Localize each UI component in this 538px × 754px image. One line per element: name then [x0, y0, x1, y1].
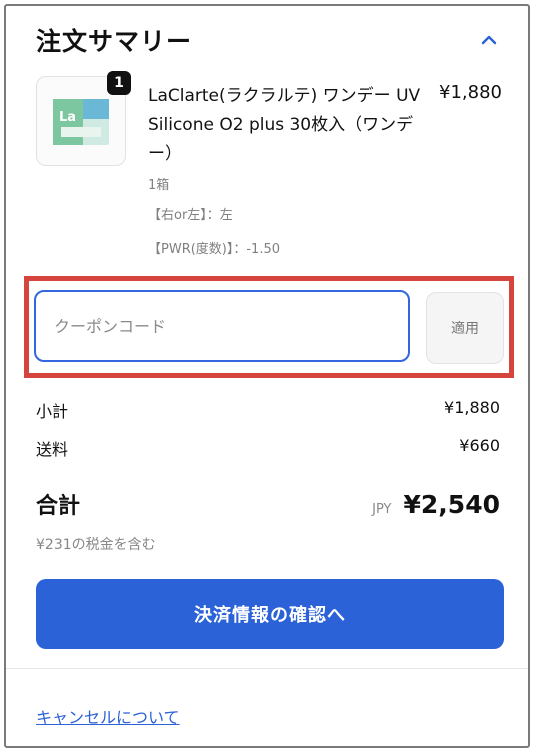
divider [6, 668, 528, 669]
total-amount-group: JPY ¥2,540 [372, 490, 500, 519]
summary-header[interactable]: 注文サマリー [36, 20, 504, 60]
product-unit: 1箱 [148, 178, 170, 193]
currency-code: JPY [372, 502, 392, 517]
subtotal-value: ¥1,880 [444, 398, 500, 417]
total-row: 合計 JPY ¥2,540 [36, 488, 500, 520]
total-label: 合計 [36, 494, 81, 519]
product-price: ¥1,880 [439, 82, 502, 103]
total-value: ¥2,540 [403, 490, 500, 519]
coupon-code-input[interactable] [34, 290, 410, 362]
cancel-policy-link[interactable]: キャンセルについて [36, 704, 180, 728]
subtotal-row: 小計 ¥1,880 [36, 398, 500, 422]
tax-note: ¥231の税金を含む [36, 537, 156, 553]
shipping-label: 送料 [36, 440, 69, 459]
subtotal-label: 小計 [36, 402, 69, 421]
product-option-side: 【右or左】：左 [148, 208, 233, 223]
confirm-payment-button[interactable]: 決済情報の確認へ [36, 579, 504, 649]
shipping-value: ¥660 [459, 436, 500, 455]
product-option-power: 【PWR(度数)】：-1.50 [148, 242, 281, 257]
quantity-badge: 1 [107, 71, 131, 95]
chevron-up-icon[interactable] [474, 25, 504, 55]
contact-lens-box-icon: La [53, 99, 109, 145]
summary-title: 注文サマリー [36, 27, 193, 56]
cart-line-item: La 1 LaClarte(ラクラルテ) ワンデー UV Silicone O2… [36, 71, 502, 266]
order-summary-panel: 注文サマリー La 1 LaClarte(ラクラルテ) ワンデー UV Sili… [4, 4, 530, 748]
product-name: LaClarte(ラクラルテ) ワンデー UV Silicone O2 plus… [148, 86, 421, 164]
apply-coupon-button[interactable]: 適用 [426, 292, 504, 364]
svg-text:La: La [59, 110, 76, 125]
product-thumbnail: La 1 [36, 71, 131, 166]
shipping-row: 送料 ¥660 [36, 436, 500, 460]
